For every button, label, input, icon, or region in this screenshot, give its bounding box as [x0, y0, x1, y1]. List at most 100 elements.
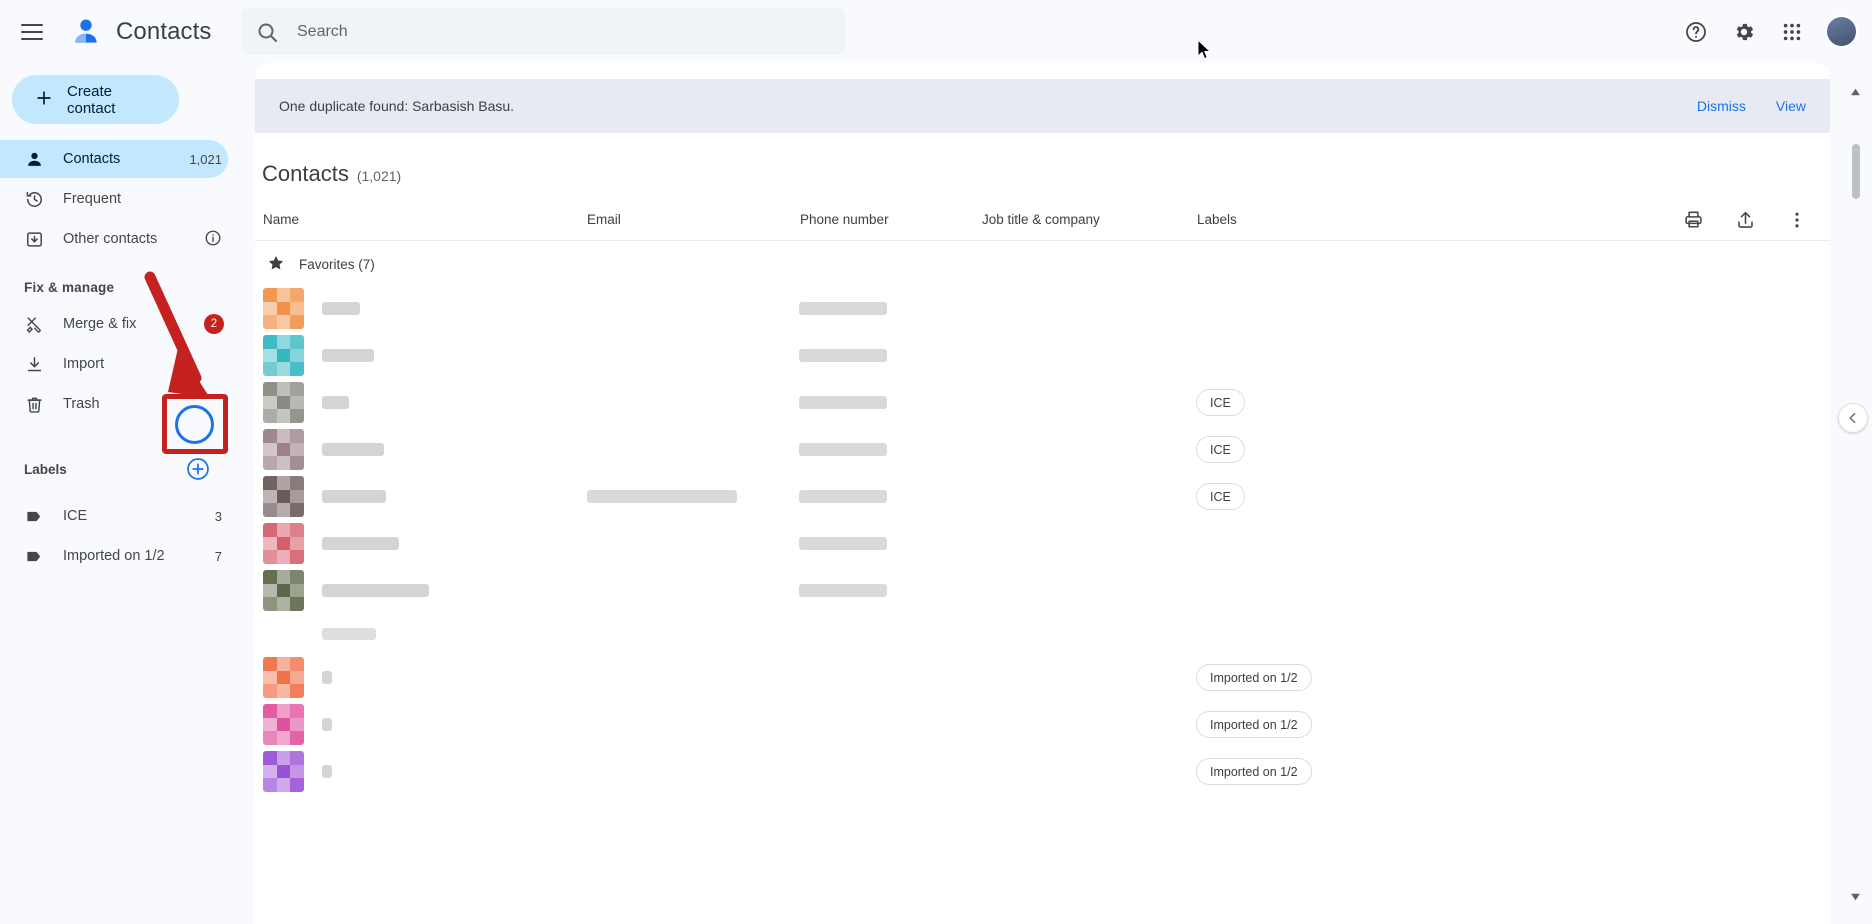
- more-options-icon[interactable]: [1776, 199, 1818, 241]
- label-chip[interactable]: ICE: [1196, 389, 1245, 416]
- sidebar-item-merge-and-fix[interactable]: Merge & fix 2: [0, 305, 228, 343]
- apps-grid-icon[interactable]: [1771, 11, 1813, 53]
- column-header-phone[interactable]: Phone number: [800, 212, 982, 227]
- column-header-labels[interactable]: Labels: [1197, 212, 1397, 227]
- contact-avatar[interactable]: [263, 429, 304, 470]
- column-header-job-title[interactable]: Job title & company: [982, 212, 1197, 227]
- sidebar-label-ice[interactable]: ICE 3: [0, 497, 228, 535]
- contacts-card: One duplicate found: Sarbasish Basu. Dis…: [255, 63, 1830, 924]
- contacts-list: ICE ICE ICE Imported on 1/2 Imported on 1/2 I…: [255, 285, 1830, 795]
- column-header-name[interactable]: Name: [263, 212, 587, 227]
- table-actions: [1672, 199, 1818, 241]
- history-icon: [24, 189, 44, 209]
- redacted-text: [322, 349, 374, 362]
- contact-row[interactable]: [255, 285, 1830, 332]
- redacted-text: [799, 490, 887, 503]
- contact-row[interactable]: [255, 614, 1830, 654]
- contact-row[interactable]: ICE: [255, 473, 1830, 520]
- sidebar-item-trash-label: Trash: [63, 396, 100, 412]
- vertical-scrollbar[interactable]: [1849, 126, 1863, 924]
- print-icon[interactable]: [1672, 199, 1714, 241]
- redacted-text: [799, 349, 887, 362]
- contact-avatar[interactable]: [263, 751, 304, 792]
- contact-row[interactable]: Imported on 1/2: [255, 654, 1830, 701]
- sidebar-item-trash[interactable]: Trash: [0, 385, 228, 423]
- trash-icon: [24, 394, 44, 414]
- plus-icon: [34, 88, 54, 112]
- redacted-text: [322, 628, 376, 640]
- export-icon[interactable]: [1724, 199, 1766, 241]
- banner-dismiss-link[interactable]: Dismiss: [1697, 98, 1746, 114]
- merge-tools-icon: [24, 314, 44, 334]
- contact-row[interactable]: ICE: [255, 379, 1830, 426]
- account-avatar[interactable]: [1825, 15, 1858, 48]
- scroll-up-arrow[interactable]: [1850, 85, 1861, 103]
- side-panel-toggle[interactable]: [1838, 403, 1868, 433]
- page-title: Contacts (1,021): [255, 133, 1830, 187]
- contact-row[interactable]: ICE: [255, 426, 1830, 473]
- contact-avatar[interactable]: [263, 570, 304, 611]
- sidebar-item-import[interactable]: Import: [0, 345, 228, 383]
- label-chip[interactable]: ICE: [1196, 483, 1245, 510]
- contact-row[interactable]: [255, 520, 1830, 567]
- contact-avatar[interactable]: [263, 288, 304, 329]
- info-icon[interactable]: [204, 229, 228, 250]
- label-chip[interactable]: Imported on 1/2: [1196, 711, 1312, 738]
- label-chip[interactable]: Imported on 1/2: [1196, 758, 1312, 785]
- gear-icon[interactable]: [1723, 11, 1765, 53]
- sidebar-item-frequent-label: Frequent: [63, 191, 122, 207]
- hamburger-icon[interactable]: [8, 8, 56, 56]
- create-contact-label: Create contact: [67, 82, 116, 117]
- contact-avatar[interactable]: [263, 476, 304, 517]
- contact-avatar[interactable]: [263, 523, 304, 564]
- app-title: Contacts: [116, 17, 212, 45]
- contact-avatar[interactable]: [263, 335, 304, 376]
- contacts-logo-icon: [69, 15, 103, 49]
- create-label-button[interactable]: [178, 449, 218, 489]
- sidebar-label-imported-label: Imported on 1/2: [63, 548, 165, 564]
- label-chip[interactable]: Imported on 1/2: [1196, 664, 1312, 691]
- help-icon[interactable]: [1675, 11, 1717, 53]
- sidebar-item-other-contacts-label: Other contacts: [63, 231, 158, 247]
- banner-view-link[interactable]: View: [1776, 98, 1806, 114]
- redacted-text: [799, 302, 887, 315]
- contact-row[interactable]: [255, 567, 1830, 614]
- search-icon: [255, 20, 279, 44]
- contact-avatar[interactable]: [263, 382, 304, 423]
- redacted-text: [799, 443, 887, 456]
- search-bar[interactable]: [241, 8, 845, 55]
- search-input[interactable]: [297, 22, 831, 41]
- contact-avatar[interactable]: [263, 657, 304, 698]
- label-chip[interactable]: ICE: [1196, 436, 1245, 463]
- download-icon: [24, 354, 44, 374]
- redacted-text: [322, 765, 332, 778]
- sidebar-item-frequent[interactable]: Frequent: [0, 180, 228, 218]
- main-content: One duplicate found: Sarbasish Basu. Dis…: [240, 63, 1872, 924]
- redacted-text: [322, 490, 386, 503]
- favorites-group-header: Favorites (7): [255, 243, 1830, 285]
- column-header-email[interactable]: Email: [587, 212, 800, 227]
- fix-and-manage-title: Fix & manage: [24, 280, 115, 295]
- google-contacts-window: Contacts Search Create contact Contacts …: [0, 0, 1872, 924]
- sidebar: Create contact Contacts 1,021 Frequent O…: [0, 63, 240, 924]
- sidebar-label-ice-label: ICE: [63, 508, 88, 524]
- sidebar-item-contacts-count: 1,021: [189, 151, 222, 167]
- sidebar-item-other-contacts[interactable]: Other contacts: [0, 220, 228, 258]
- scrollbar-thumb[interactable]: [1852, 144, 1860, 199]
- contact-row[interactable]: Imported on 1/2: [255, 701, 1830, 748]
- sidebar-label-imported[interactable]: Imported on 1/2 7: [0, 537, 228, 575]
- contact-row[interactable]: Imported on 1/2: [255, 748, 1830, 795]
- scroll-down-arrow[interactable]: [1850, 889, 1861, 907]
- contact-avatar[interactable]: [263, 704, 304, 745]
- create-contact-button[interactable]: Create contact: [12, 75, 179, 124]
- sidebar-label-imported-count: 7: [214, 548, 222, 564]
- contact-row[interactable]: [255, 332, 1830, 379]
- top-bar-actions: [1675, 0, 1858, 63]
- sidebar-item-contacts-label: Contacts: [63, 151, 121, 167]
- sidebar-item-contacts[interactable]: Contacts 1,021: [0, 140, 228, 178]
- labels-header: Labels: [0, 449, 240, 489]
- duplicate-banner: One duplicate found: Sarbasish Basu. Dis…: [255, 79, 1830, 133]
- redacted-text: [322, 718, 332, 731]
- person-icon: [24, 149, 44, 169]
- sidebar-label-ice-count: 3: [214, 508, 222, 524]
